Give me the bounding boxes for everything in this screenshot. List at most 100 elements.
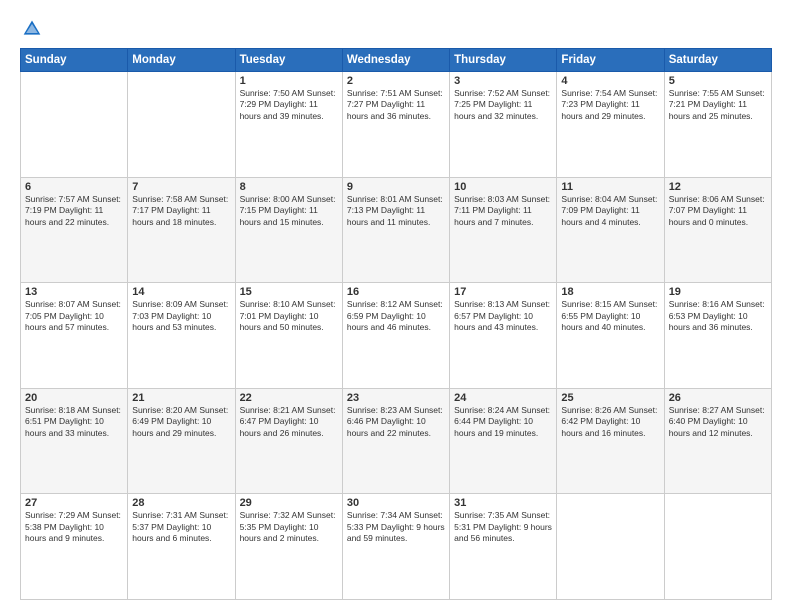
cell-content: Sunrise: 7:32 AM Sunset: 5:35 PM Dayligh… — [240, 510, 338, 544]
day-number: 11 — [561, 181, 659, 193]
calendar-cell: 15Sunrise: 8:10 AM Sunset: 7:01 PM Dayli… — [235, 283, 342, 389]
cell-content: Sunrise: 8:16 AM Sunset: 6:53 PM Dayligh… — [669, 299, 767, 333]
calendar-cell: 21Sunrise: 8:20 AM Sunset: 6:49 PM Dayli… — [128, 388, 235, 494]
header — [20, 18, 772, 38]
day-number: 10 — [454, 181, 552, 193]
calendar-cell: 8Sunrise: 8:00 AM Sunset: 7:15 PM Daylig… — [235, 177, 342, 283]
day-number: 27 — [25, 497, 123, 509]
week-row-4: 20Sunrise: 8:18 AM Sunset: 6:51 PM Dayli… — [21, 388, 772, 494]
cell-content: Sunrise: 7:55 AM Sunset: 7:21 PM Dayligh… — [669, 88, 767, 122]
cell-content: Sunrise: 7:35 AM Sunset: 5:31 PM Dayligh… — [454, 510, 552, 544]
calendar-cell: 17Sunrise: 8:13 AM Sunset: 6:57 PM Dayli… — [450, 283, 557, 389]
calendar-cell: 30Sunrise: 7:34 AM Sunset: 5:33 PM Dayli… — [342, 494, 449, 600]
cell-content: Sunrise: 7:29 AM Sunset: 5:38 PM Dayligh… — [25, 510, 123, 544]
day-number: 29 — [240, 497, 338, 509]
calendar-cell: 9Sunrise: 8:01 AM Sunset: 7:13 PM Daylig… — [342, 177, 449, 283]
day-number: 28 — [132, 497, 230, 509]
calendar-cell: 4Sunrise: 7:54 AM Sunset: 7:23 PM Daylig… — [557, 72, 664, 178]
cell-content: Sunrise: 8:13 AM Sunset: 6:57 PM Dayligh… — [454, 299, 552, 333]
weekday-header-thursday: Thursday — [450, 49, 557, 72]
cell-content: Sunrise: 7:31 AM Sunset: 5:37 PM Dayligh… — [132, 510, 230, 544]
calendar-cell — [128, 72, 235, 178]
cell-content: Sunrise: 7:54 AM Sunset: 7:23 PM Dayligh… — [561, 88, 659, 122]
calendar-cell: 22Sunrise: 8:21 AM Sunset: 6:47 PM Dayli… — [235, 388, 342, 494]
calendar-cell: 11Sunrise: 8:04 AM Sunset: 7:09 PM Dayli… — [557, 177, 664, 283]
day-number: 6 — [25, 181, 123, 193]
cell-content: Sunrise: 7:51 AM Sunset: 7:27 PM Dayligh… — [347, 88, 445, 122]
day-number: 17 — [454, 286, 552, 298]
day-number: 3 — [454, 75, 552, 87]
page: SundayMondayTuesdayWednesdayThursdayFrid… — [0, 0, 792, 612]
calendar-cell: 29Sunrise: 7:32 AM Sunset: 5:35 PM Dayli… — [235, 494, 342, 600]
weekday-header-friday: Friday — [557, 49, 664, 72]
day-number: 26 — [669, 392, 767, 404]
day-number: 7 — [132, 181, 230, 193]
calendar-cell: 16Sunrise: 8:12 AM Sunset: 6:59 PM Dayli… — [342, 283, 449, 389]
logo-icon — [22, 18, 42, 38]
week-row-2: 6Sunrise: 7:57 AM Sunset: 7:19 PM Daylig… — [21, 177, 772, 283]
cell-content: Sunrise: 8:07 AM Sunset: 7:05 PM Dayligh… — [25, 299, 123, 333]
day-number: 9 — [347, 181, 445, 193]
day-number: 23 — [347, 392, 445, 404]
cell-content: Sunrise: 8:24 AM Sunset: 6:44 PM Dayligh… — [454, 405, 552, 439]
day-number: 30 — [347, 497, 445, 509]
calendar-cell: 18Sunrise: 8:15 AM Sunset: 6:55 PM Dayli… — [557, 283, 664, 389]
calendar-cell: 20Sunrise: 8:18 AM Sunset: 6:51 PM Dayli… — [21, 388, 128, 494]
calendar-cell: 2Sunrise: 7:51 AM Sunset: 7:27 PM Daylig… — [342, 72, 449, 178]
cell-content: Sunrise: 7:50 AM Sunset: 7:29 PM Dayligh… — [240, 88, 338, 122]
calendar-cell: 24Sunrise: 8:24 AM Sunset: 6:44 PM Dayli… — [450, 388, 557, 494]
day-number: 2 — [347, 75, 445, 87]
calendar-cell: 1Sunrise: 7:50 AM Sunset: 7:29 PM Daylig… — [235, 72, 342, 178]
day-number: 18 — [561, 286, 659, 298]
week-row-3: 13Sunrise: 8:07 AM Sunset: 7:05 PM Dayli… — [21, 283, 772, 389]
day-number: 1 — [240, 75, 338, 87]
day-number: 21 — [132, 392, 230, 404]
calendar-cell: 6Sunrise: 7:57 AM Sunset: 7:19 PM Daylig… — [21, 177, 128, 283]
day-number: 16 — [347, 286, 445, 298]
weekday-header-saturday: Saturday — [664, 49, 771, 72]
cell-content: Sunrise: 8:06 AM Sunset: 7:07 PM Dayligh… — [669, 194, 767, 228]
cell-content: Sunrise: 7:57 AM Sunset: 7:19 PM Dayligh… — [25, 194, 123, 228]
day-number: 5 — [669, 75, 767, 87]
calendar-cell: 31Sunrise: 7:35 AM Sunset: 5:31 PM Dayli… — [450, 494, 557, 600]
cell-content: Sunrise: 8:18 AM Sunset: 6:51 PM Dayligh… — [25, 405, 123, 439]
day-number: 22 — [240, 392, 338, 404]
cell-content: Sunrise: 8:27 AM Sunset: 6:40 PM Dayligh… — [669, 405, 767, 439]
weekday-header-monday: Monday — [128, 49, 235, 72]
cell-content: Sunrise: 8:26 AM Sunset: 6:42 PM Dayligh… — [561, 405, 659, 439]
logo — [20, 18, 44, 38]
weekday-header-row: SundayMondayTuesdayWednesdayThursdayFrid… — [21, 49, 772, 72]
day-number: 12 — [669, 181, 767, 193]
calendar-cell: 28Sunrise: 7:31 AM Sunset: 5:37 PM Dayli… — [128, 494, 235, 600]
cell-content: Sunrise: 7:34 AM Sunset: 5:33 PM Dayligh… — [347, 510, 445, 544]
calendar-cell: 10Sunrise: 8:03 AM Sunset: 7:11 PM Dayli… — [450, 177, 557, 283]
day-number: 25 — [561, 392, 659, 404]
day-number: 20 — [25, 392, 123, 404]
cell-content: Sunrise: 8:10 AM Sunset: 7:01 PM Dayligh… — [240, 299, 338, 333]
calendar-cell: 13Sunrise: 8:07 AM Sunset: 7:05 PM Dayli… — [21, 283, 128, 389]
calendar-cell: 19Sunrise: 8:16 AM Sunset: 6:53 PM Dayli… — [664, 283, 771, 389]
weekday-header-sunday: Sunday — [21, 49, 128, 72]
day-number: 31 — [454, 497, 552, 509]
weekday-header-wednesday: Wednesday — [342, 49, 449, 72]
day-number: 19 — [669, 286, 767, 298]
cell-content: Sunrise: 8:20 AM Sunset: 6:49 PM Dayligh… — [132, 405, 230, 439]
cell-content: Sunrise: 7:52 AM Sunset: 7:25 PM Dayligh… — [454, 88, 552, 122]
week-row-5: 27Sunrise: 7:29 AM Sunset: 5:38 PM Dayli… — [21, 494, 772, 600]
weekday-header-tuesday: Tuesday — [235, 49, 342, 72]
calendar-cell — [664, 494, 771, 600]
calendar-cell: 3Sunrise: 7:52 AM Sunset: 7:25 PM Daylig… — [450, 72, 557, 178]
cell-content: Sunrise: 8:23 AM Sunset: 6:46 PM Dayligh… — [347, 405, 445, 439]
cell-content: Sunrise: 7:58 AM Sunset: 7:17 PM Dayligh… — [132, 194, 230, 228]
cell-content: Sunrise: 8:12 AM Sunset: 6:59 PM Dayligh… — [347, 299, 445, 333]
calendar-cell: 14Sunrise: 8:09 AM Sunset: 7:03 PM Dayli… — [128, 283, 235, 389]
cell-content: Sunrise: 8:00 AM Sunset: 7:15 PM Dayligh… — [240, 194, 338, 228]
day-number: 14 — [132, 286, 230, 298]
calendar-cell: 26Sunrise: 8:27 AM Sunset: 6:40 PM Dayli… — [664, 388, 771, 494]
cell-content: Sunrise: 8:21 AM Sunset: 6:47 PM Dayligh… — [240, 405, 338, 439]
calendar-cell: 25Sunrise: 8:26 AM Sunset: 6:42 PM Dayli… — [557, 388, 664, 494]
calendar-cell: 23Sunrise: 8:23 AM Sunset: 6:46 PM Dayli… — [342, 388, 449, 494]
cell-content: Sunrise: 8:15 AM Sunset: 6:55 PM Dayligh… — [561, 299, 659, 333]
week-row-1: 1Sunrise: 7:50 AM Sunset: 7:29 PM Daylig… — [21, 72, 772, 178]
day-number: 8 — [240, 181, 338, 193]
